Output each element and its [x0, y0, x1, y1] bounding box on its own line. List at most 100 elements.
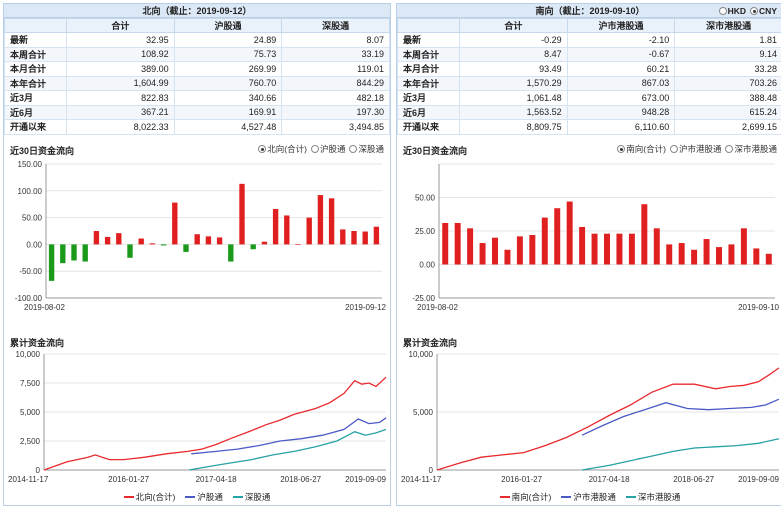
row-label: 近3月 — [4, 90, 67, 106]
table-row: 开通以来 8,022.33 4,527.48 3,494.85 — [4, 119, 390, 135]
table-row: 最新 32.95 24.89 8.07 — [4, 32, 390, 48]
radio-option[interactable]: 沪市港股通 — [669, 143, 721, 155]
radio-dot-icon[interactable] — [718, 7, 727, 15]
cell: 9.14 — [674, 46, 781, 62]
flow-bar — [261, 241, 268, 245]
cell: 1,563.52 — [459, 104, 568, 120]
flow-bar — [93, 231, 100, 245]
flow-bar — [591, 233, 598, 265]
y-tick-label: -50.00 — [19, 267, 42, 276]
radio-label: 南向(合计) — [626, 144, 666, 154]
cell: 867.03 — [566, 75, 676, 91]
radio-label: HKD — [727, 6, 747, 16]
cell: 367.21 — [66, 104, 175, 120]
radio-label: 沪股通 — [319, 144, 346, 154]
radio-option[interactable]: 北向(合计) — [258, 143, 307, 155]
radio-option[interactable]: 南向(合计) — [617, 143, 666, 155]
y-tick-label: 5,000 — [20, 408, 41, 417]
legend-item[interactable]: 北向(合计) — [123, 491, 176, 503]
flow-bar — [317, 195, 324, 245]
x-tick-label: 2014-11-17 — [8, 475, 49, 484]
north-title: 北向（截止：2019-09-12） — [4, 4, 390, 18]
table-row: 本年合计 1,570.29 867.03 703.26 — [397, 75, 781, 91]
flow-bar — [183, 244, 189, 252]
y-tick-label: -25.00 — [412, 294, 435, 303]
legend-item[interactable]: 深市港股通 — [625, 491, 680, 503]
south-cum-legend: 南向(合计) 沪市港股通 深市港股通 — [397, 491, 781, 503]
table-row: 本月合计 389.00 269.99 119.01 — [4, 61, 390, 77]
cell: 119.01 — [281, 61, 390, 77]
row-label: 开通以来 — [4, 119, 67, 135]
flow-bar — [116, 233, 122, 245]
north-cum-chart: 0 2,500 5,000 7,500 10,000 2014-11-17 2016-01-… — [8, 350, 387, 484]
legend-label: 南向(合计) — [511, 492, 552, 502]
flow-bar — [442, 222, 449, 265]
y-tick-label: 100.00 — [18, 187, 43, 196]
legend-label: 深股通 — [244, 492, 271, 502]
series-line — [188, 428, 387, 471]
row-label: 本周合计 — [4, 46, 67, 62]
cell: 482.18 — [281, 90, 390, 106]
table-row: 本月合计 93.49 60.21 33.28 — [397, 61, 781, 77]
cell: 1.81 — [674, 32, 781, 48]
cell: 197.30 — [281, 104, 390, 120]
cell: 340.66 — [173, 90, 283, 106]
south-flow-chart: -25.00 0.00 25.00 50.00 2019-08-02 2019-09-10 — [412, 163, 780, 312]
flow-bar — [373, 226, 380, 245]
flow-bar — [740, 228, 747, 265]
row-label: 近3月 — [397, 90, 460, 106]
x-tick-label: 2018-06-27 — [673, 475, 714, 484]
legend-label: 沪股通 — [197, 492, 223, 502]
radio-option[interactable]: 深股通 — [349, 143, 384, 155]
radio-option[interactable]: 沪股通 — [310, 143, 346, 155]
legend-item[interactable]: 深股通 — [232, 491, 271, 503]
legend-label: 北向(合计) — [135, 492, 176, 502]
y-tick-label: 150.00 — [18, 160, 43, 169]
south-panel: 南向（截止：2019-09-10） HKD CNY 合计 沪市港股通 深市港股通… — [396, 3, 781, 506]
flow-bar — [703, 239, 710, 265]
radio-dot-icon[interactable] — [310, 145, 319, 153]
flow-bar — [728, 244, 735, 265]
cell: 33.28 — [674, 61, 781, 77]
y-tick-label: 50.00 — [22, 214, 43, 223]
legend-item[interactable]: 南向(合计) — [499, 491, 552, 503]
x-tick-label: 2017-04-18 — [196, 475, 237, 484]
flow-bar — [492, 237, 498, 265]
y-tick-label: 0.00 — [26, 240, 42, 249]
north-stats-table: 合计 沪股通 深股通 最新 32.95 24.89 8.07 本周合计 108.92 75… — [4, 18, 390, 135]
series-line — [436, 367, 780, 471]
flow-bar — [351, 231, 357, 245]
cell: 8,022.33 — [66, 119, 175, 135]
currency-option-cny[interactable]: CNY — [750, 6, 777, 16]
y-tick-label: 10,000 — [409, 350, 434, 359]
cell: -2.10 — [566, 32, 676, 48]
legend-item[interactable]: 沪市港股通 — [561, 491, 616, 503]
radio-dot-icon[interactable] — [750, 7, 759, 15]
radio-dot-icon[interactable] — [669, 145, 678, 153]
flow-bar — [172, 202, 178, 245]
radio-dot-icon[interactable] — [617, 145, 626, 153]
table-header-row: 合计 沪市港股通 深市港股通 — [397, 18, 781, 33]
legend-item[interactable]: 沪股通 — [185, 491, 223, 503]
x-tick-label: 2019-09-09 — [738, 475, 779, 484]
table-row: 本周合计 108.92 75.73 33.19 — [4, 46, 390, 62]
currency-option-hkd[interactable]: HKD — [718, 6, 747, 16]
cell: 8,809.75 — [459, 119, 568, 135]
y-tick-label: 50.00 — [415, 194, 436, 203]
row-label: 最新 — [4, 32, 67, 48]
flow-bar — [504, 249, 511, 265]
currency-toggle: HKD CNY — [718, 6, 777, 16]
radio-dot-icon[interactable] — [725, 145, 734, 153]
radio-option[interactable]: 深市港股通 — [725, 143, 777, 155]
flow-bar — [579, 226, 586, 265]
table-row: 近3月 1,061.48 673.00 388.48 — [397, 90, 781, 106]
cell: 948.28 — [566, 104, 676, 120]
cell: 8.07 — [281, 32, 390, 48]
radio-dot-icon[interactable] — [258, 145, 267, 153]
column-header: 深股通 — [281, 18, 390, 33]
cell: 4,527.48 — [173, 119, 283, 135]
table-row: 近3月 822.83 340.66 482.18 — [4, 90, 390, 106]
cell: 108.92 — [66, 46, 175, 62]
flow-bar — [104, 236, 111, 245]
radio-dot-icon[interactable] — [349, 145, 358, 153]
